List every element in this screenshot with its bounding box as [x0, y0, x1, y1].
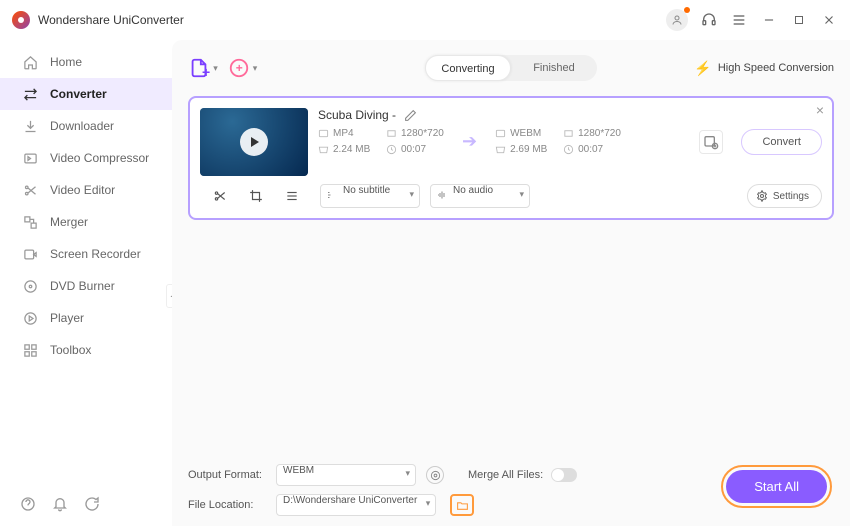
- convert-button[interactable]: Convert: [741, 129, 822, 155]
- dst-res: 1280*720: [578, 128, 621, 139]
- start-all-button[interactable]: Start All: [726, 470, 827, 503]
- sidebar-item-recorder[interactable]: Screen Recorder: [0, 238, 172, 270]
- compress-icon: [22, 150, 38, 166]
- tab-converting[interactable]: Converting: [425, 55, 511, 81]
- download-icon: [22, 118, 38, 134]
- output-format-select[interactable]: WEBM: [276, 464, 416, 486]
- chevron-down-icon: ▾: [253, 63, 258, 74]
- app-title: Wondershare UniConverter: [38, 13, 184, 27]
- chevron-down-icon: ▾: [213, 63, 218, 74]
- grid-icon: [22, 342, 38, 358]
- subtitle-select[interactable]: No subtitle: [320, 184, 420, 208]
- scissors-icon: [22, 182, 38, 198]
- high-speed-toggle[interactable]: ⚡ High Speed Conversion: [694, 60, 834, 77]
- sidebar-item-compressor[interactable]: Video Compressor: [0, 142, 172, 174]
- src-format: MP4: [333, 128, 354, 139]
- play-preview-icon: [240, 128, 268, 156]
- start-all-wrap: Start All: [721, 465, 832, 508]
- output-format-label: Output Format:: [188, 469, 266, 481]
- headset-icon[interactable]: [700, 11, 718, 29]
- effect-button[interactable]: [281, 185, 303, 207]
- sidebar-item-label: Screen Recorder: [50, 247, 141, 261]
- sidebar-item-label: Merger: [50, 215, 88, 229]
- dst-format: WEBM: [510, 128, 541, 139]
- sidebar-item-player[interactable]: Player: [0, 302, 172, 334]
- sidebar-item-converter[interactable]: Converter: [0, 78, 172, 110]
- dst-size: 2.69 MB: [510, 144, 547, 155]
- task-card: × Scuba Diving - MP4 2.24 MB: [188, 96, 834, 220]
- help-icon[interactable]: [20, 496, 36, 512]
- video-thumbnail[interactable]: [200, 108, 308, 176]
- arrow-icon: ➔: [454, 131, 485, 152]
- sidebar-item-label: Converter: [50, 87, 107, 101]
- sidebar-item-label: Video Compressor: [50, 151, 149, 165]
- sidebar-item-label: DVD Burner: [50, 279, 115, 293]
- output-info-button[interactable]: [426, 466, 444, 484]
- src-dur: 00:07: [401, 144, 426, 155]
- output-preset-button[interactable]: [699, 130, 723, 154]
- merge-toggle[interactable]: [551, 468, 577, 482]
- crop-button[interactable]: [245, 185, 267, 207]
- tab-finished[interactable]: Finished: [511, 55, 597, 81]
- minimize-button[interactable]: [760, 11, 778, 29]
- sidebar-item-merger[interactable]: Merger: [0, 206, 172, 238]
- account-icon[interactable]: [666, 9, 688, 31]
- tab-segment: Converting Finished: [425, 55, 597, 81]
- merge-icon: [22, 214, 38, 230]
- feedback-icon[interactable]: [84, 496, 100, 512]
- sidebar-item-home[interactable]: Home: [0, 46, 172, 78]
- src-size: 2.24 MB: [333, 144, 370, 155]
- home-icon: [22, 54, 38, 70]
- merge-label: Merge All Files:: [468, 469, 543, 481]
- sidebar-item-downloader[interactable]: Downloader: [0, 110, 172, 142]
- file-location-select[interactable]: D:\Wondershare UniConverter: [276, 494, 436, 516]
- task-settings-button[interactable]: Settings: [747, 184, 822, 208]
- converter-icon: [22, 86, 38, 102]
- audio-select[interactable]: No audio: [430, 184, 530, 208]
- add-folder-button[interactable]: + ▾: [228, 57, 258, 79]
- sidebar-item-label: Downloader: [50, 119, 114, 133]
- menu-icon[interactable]: [730, 11, 748, 29]
- sidebar-item-label: Toolbox: [50, 343, 91, 357]
- disc-icon: [22, 278, 38, 294]
- sidebar-item-dvd[interactable]: DVD Burner: [0, 270, 172, 302]
- trim-button[interactable]: [209, 185, 231, 207]
- sidebar-item-label: Player: [50, 311, 84, 325]
- open-folder-button[interactable]: [450, 494, 474, 516]
- dst-dur: 00:07: [578, 144, 603, 155]
- add-file-button[interactable]: + ▾: [188, 56, 218, 80]
- sidebar-item-label: Video Editor: [50, 183, 115, 197]
- remove-task-button[interactable]: ×: [816, 102, 824, 118]
- high-speed-label: High Speed Conversion: [718, 62, 834, 74]
- maximize-button[interactable]: [790, 11, 808, 29]
- file-location-label: File Location:: [188, 499, 266, 511]
- bell-icon[interactable]: [52, 496, 68, 512]
- sidebar-item-toolbox[interactable]: Toolbox: [0, 334, 172, 366]
- src-res: 1280*720: [401, 128, 444, 139]
- record-icon: [22, 246, 38, 262]
- play-icon: [22, 310, 38, 326]
- sidebar-item-editor[interactable]: Video Editor: [0, 174, 172, 206]
- task-title: Scuba Diving -: [318, 108, 396, 122]
- close-button[interactable]: [820, 11, 838, 29]
- bolt-icon: ⚡: [694, 60, 711, 77]
- sidebar-item-label: Home: [50, 55, 82, 69]
- settings-label: Settings: [773, 191, 809, 202]
- app-logo: [12, 11, 30, 29]
- edit-title-button[interactable]: [404, 109, 417, 122]
